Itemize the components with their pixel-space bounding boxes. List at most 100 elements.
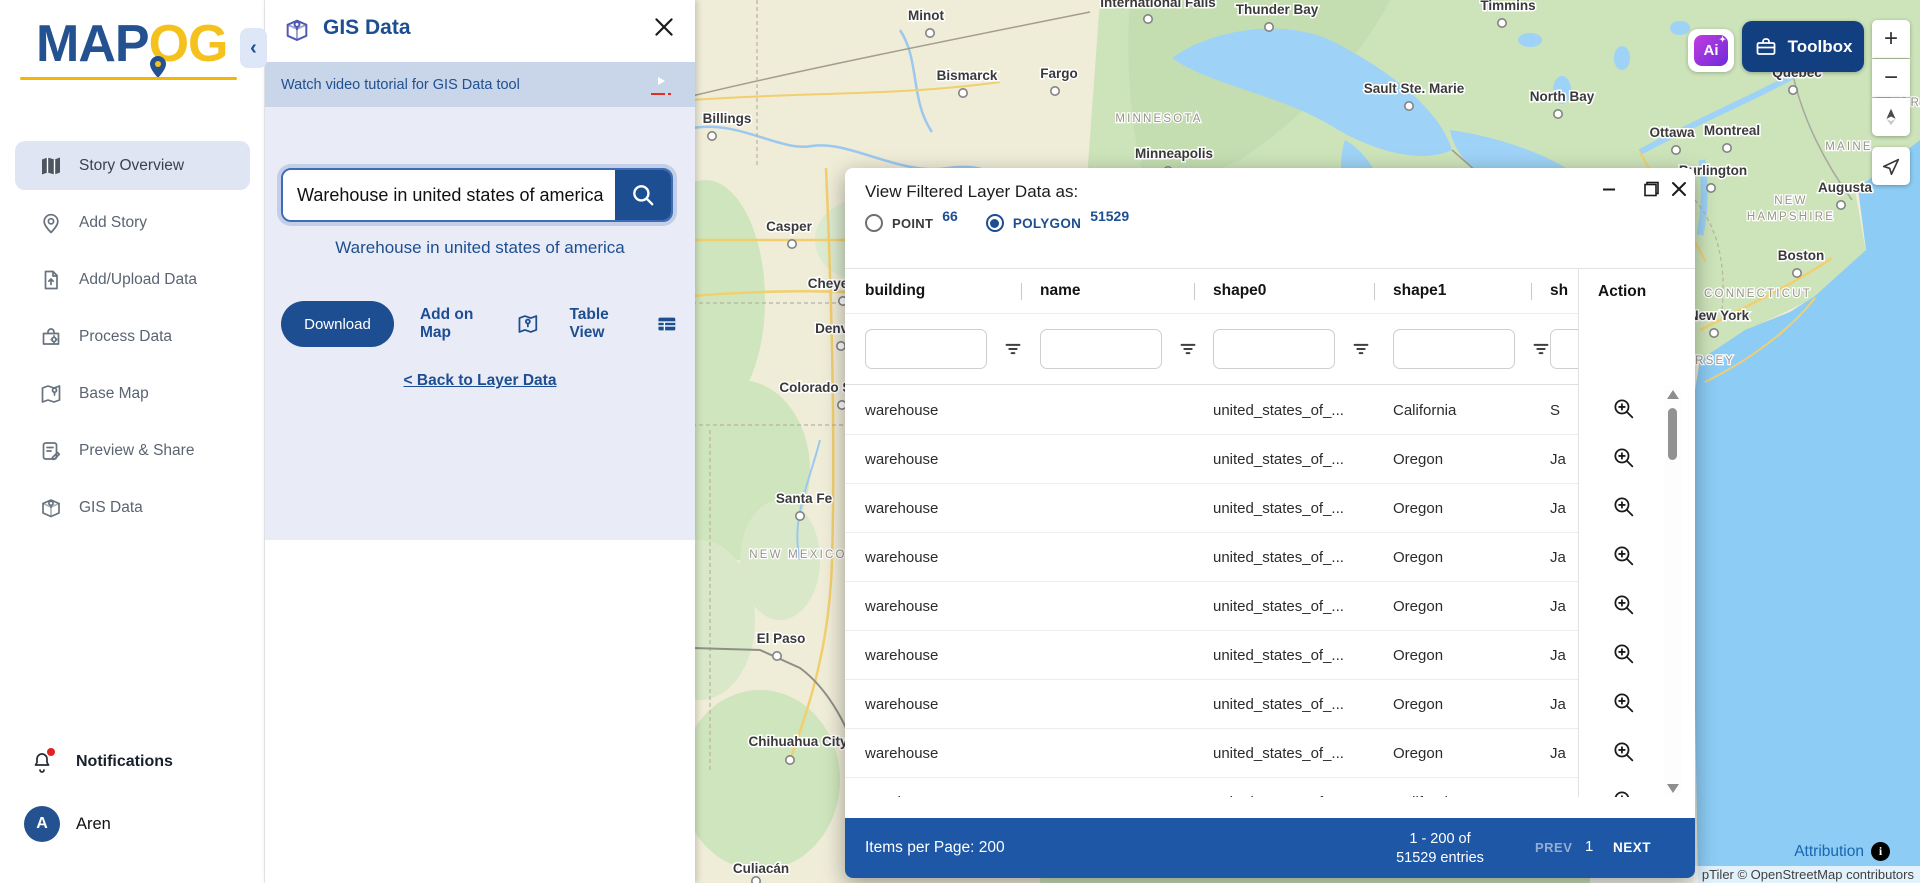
modal-close-icon[interactable] — [1667, 177, 1691, 201]
vertical-scrollbar[interactable] — [1664, 386, 1681, 797]
gis-data-icon — [39, 496, 63, 520]
filter-icon[interactable] — [1350, 338, 1372, 360]
map-label-state: HAMPSHIRE — [1747, 211, 1835, 223]
filter-input-shape1[interactable] — [1393, 329, 1515, 369]
notifications-label: Notifications — [76, 753, 173, 771]
map-city-dot — [1498, 19, 1506, 27]
map-city-dot — [786, 756, 794, 764]
zoom-in-icon[interactable] — [1611, 396, 1636, 426]
cell-shape0: united_states_of_... — [1213, 598, 1393, 615]
prev-page-button[interactable]: PREV — [1535, 840, 1572, 855]
map-city-dot — [1837, 201, 1845, 209]
map-label-city: Chihuahua City — [748, 734, 847, 749]
compass-icon — [1880, 106, 1902, 128]
row-zoom-to-feature[interactable] — [1579, 729, 1664, 778]
map-city-dot — [1710, 329, 1718, 337]
filter-icon[interactable] — [1530, 338, 1552, 360]
action-icons — [1579, 386, 1664, 797]
filter-input-sh[interactable] — [1550, 329, 1578, 369]
radio-point[interactable]: POINT 66 — [865, 214, 958, 232]
toolbox-label: Toolbox — [1788, 37, 1853, 57]
map-label-city: Thunder Bay — [1236, 2, 1319, 17]
sidebar-item-add-story[interactable]: Add Story — [15, 198, 250, 247]
next-page-button[interactable]: NEXT — [1613, 840, 1651, 855]
cell-extra: S — [1550, 402, 1578, 419]
scroll-down-arrow[interactable] — [1667, 784, 1679, 793]
row-zoom-to-feature[interactable] — [1579, 631, 1664, 680]
zoom-in-icon[interactable] — [1611, 494, 1636, 524]
filter-input-building[interactable] — [865, 329, 987, 369]
back-link[interactable]: < Back to Layer Data — [404, 372, 557, 389]
cell-extra: Ja — [1550, 598, 1578, 615]
map-label-city: El Paso — [757, 631, 806, 646]
current-page[interactable]: 1 — [1585, 838, 1593, 855]
filter-input-name[interactable] — [1040, 329, 1162, 369]
map-zoom-out-button[interactable]: − — [1872, 59, 1910, 97]
notifications-button[interactable]: Notifications — [30, 750, 173, 774]
cell-building: warehouse — [865, 647, 1040, 664]
row-zoom-to-feature[interactable] — [1579, 435, 1664, 484]
map-label-city: Billings — [703, 111, 752, 126]
zoom-in-icon[interactable] — [1611, 788, 1636, 798]
watch-tutorial-link[interactable]: Watch video tutorial for GIS Data tool — [265, 62, 695, 107]
row-zoom-to-feature[interactable] — [1579, 680, 1664, 729]
zoom-in-icon[interactable] — [1611, 739, 1636, 769]
row-zoom-to-feature[interactable] — [1579, 386, 1664, 435]
filter-icon[interactable] — [1002, 338, 1024, 360]
zoom-in-icon[interactable] — [1611, 690, 1636, 720]
sidebar-item-process-data[interactable]: Process Data — [15, 312, 250, 361]
zoom-in-icon[interactable] — [1611, 445, 1636, 475]
search-button[interactable] — [615, 170, 671, 220]
row-zoom-to-feature[interactable] — [1579, 533, 1664, 582]
sidebar-item-story-overview[interactable]: Story Overview — [15, 141, 250, 190]
user-menu[interactable]: A Aren — [24, 806, 111, 842]
tutorial-label: Watch video tutorial for GIS Data tool — [281, 77, 520, 93]
zoom-in-icon[interactable] — [1611, 543, 1636, 573]
sidebar-item-base-map[interactable]: Base Map — [15, 369, 250, 418]
table-header-row: buildingnameshape0shape1sh — [845, 269, 1578, 314]
toolbox-button[interactable]: Toolbox — [1742, 21, 1864, 72]
radio-polygon-circle[interactable] — [986, 214, 1004, 232]
gis-data-icon — [283, 16, 311, 44]
map-zoom-in-button[interactable]: + — [1872, 20, 1910, 58]
sidebar-item-add-upload-data[interactable]: Add/Upload Data — [15, 255, 250, 304]
panel-collapse-button[interactable]: ‹ — [240, 28, 267, 68]
scroll-up-arrow[interactable] — [1667, 390, 1679, 399]
map-city-dot — [752, 877, 760, 883]
search-suggestion[interactable]: Warehouse in united states of america — [265, 238, 695, 258]
row-zoom-to-feature[interactable] — [1579, 778, 1664, 797]
map-compass-button[interactable] — [1872, 98, 1910, 136]
ai-button[interactable]: Ai✦ — [1688, 29, 1734, 72]
map-label-city: Montreal — [1704, 123, 1760, 138]
maximize-icon[interactable] — [1639, 177, 1663, 201]
radio-polygon[interactable]: POLYGON 51529 — [986, 214, 1129, 232]
zoom-in-icon[interactable] — [1611, 592, 1636, 622]
user-name: Aren — [76, 815, 111, 834]
filter-input-shape0[interactable] — [1213, 329, 1335, 369]
vertical-scroll-thumb[interactable] — [1668, 408, 1677, 460]
zoom-in-icon[interactable] — [1611, 641, 1636, 671]
attribution-link[interactable]: Attribution i — [1794, 842, 1890, 861]
attribution-label: Attribution — [1794, 843, 1864, 861]
add-on-map-button[interactable]: Add on Map — [420, 306, 539, 342]
row-zoom-to-feature[interactable] — [1579, 582, 1664, 631]
map-label-state: CONNECTICUT — [1704, 288, 1812, 300]
cell-shape1: California — [1393, 402, 1550, 419]
row-zoom-to-feature[interactable] — [1579, 484, 1664, 533]
filter-icon[interactable] — [1177, 338, 1199, 360]
sidebar-item-preview-share[interactable]: Preview & Share — [15, 426, 250, 475]
add-upload-data-icon — [39, 268, 63, 292]
table-view-button[interactable]: Table View — [569, 306, 679, 342]
download-button[interactable]: Download — [281, 301, 394, 347]
info-icon[interactable]: i — [1871, 842, 1890, 861]
cell-building: warehouse — [865, 745, 1040, 762]
minimize-icon[interactable] — [1597, 177, 1621, 201]
sidebar-item-gis-data[interactable]: GIS Data — [15, 483, 250, 532]
map-locate-button[interactable] — [1872, 147, 1910, 185]
close-icon[interactable] — [651, 14, 677, 40]
cell-shape0: united_states_of_... — [1213, 745, 1393, 762]
table-row: warehouseunited_states_of_...OregonJa — [845, 435, 1578, 484]
map-label-state: NEW MEXICO — [749, 549, 846, 561]
radio-point-circle[interactable] — [865, 214, 883, 232]
search-input[interactable] — [283, 170, 615, 220]
